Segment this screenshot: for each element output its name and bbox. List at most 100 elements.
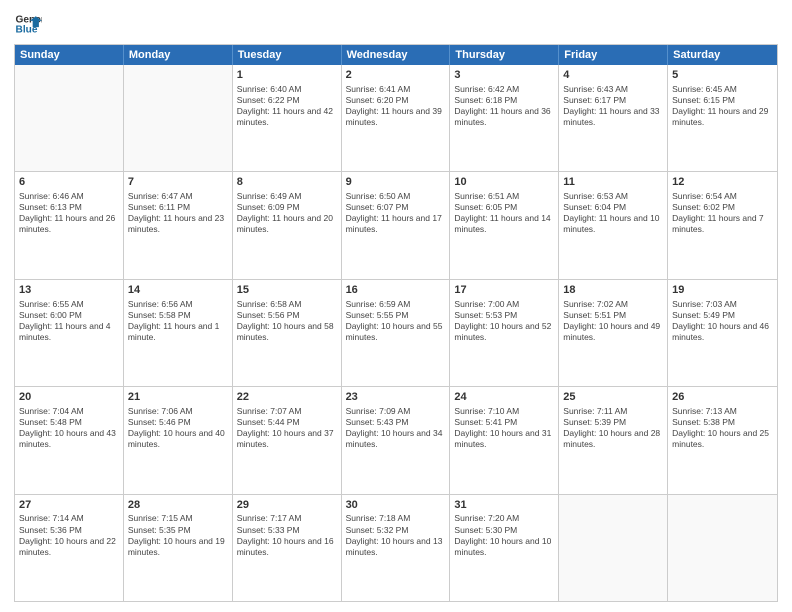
day-cell-2: 2Sunrise: 6:41 AM Sunset: 6:20 PM Daylig… [342,65,451,171]
day-cell-21: 21Sunrise: 7:06 AM Sunset: 5:46 PM Dayli… [124,387,233,493]
day-cell-12: 12Sunrise: 6:54 AM Sunset: 6:02 PM Dayli… [668,172,777,278]
day-cell-22: 22Sunrise: 7:07 AM Sunset: 5:44 PM Dayli… [233,387,342,493]
day-cell-28: 28Sunrise: 7:15 AM Sunset: 5:35 PM Dayli… [124,495,233,601]
day-info: Sunrise: 6:56 AM Sunset: 5:58 PM Dayligh… [128,299,228,343]
day-cell-4: 4Sunrise: 6:43 AM Sunset: 6:17 PM Daylig… [559,65,668,171]
page-container: General Blue SundayMondayTuesdayWednesda… [0,0,792,612]
day-number: 23 [346,390,446,405]
day-info: Sunrise: 7:00 AM Sunset: 5:53 PM Dayligh… [454,299,554,343]
day-cell-29: 29Sunrise: 7:17 AM Sunset: 5:33 PM Dayli… [233,495,342,601]
day-info: Sunrise: 6:53 AM Sunset: 6:04 PM Dayligh… [563,191,663,235]
day-info: Sunrise: 6:59 AM Sunset: 5:55 PM Dayligh… [346,299,446,343]
day-header-monday: Monday [124,45,233,65]
day-number: 28 [128,498,228,513]
day-header-tuesday: Tuesday [233,45,342,65]
day-cell-17: 17Sunrise: 7:00 AM Sunset: 5:53 PM Dayli… [450,280,559,386]
day-cell-23: 23Sunrise: 7:09 AM Sunset: 5:43 PM Dayli… [342,387,451,493]
day-info: Sunrise: 7:14 AM Sunset: 5:36 PM Dayligh… [19,513,119,557]
day-cell-15: 15Sunrise: 6:58 AM Sunset: 5:56 PM Dayli… [233,280,342,386]
day-cell-16: 16Sunrise: 6:59 AM Sunset: 5:55 PM Dayli… [342,280,451,386]
day-info: Sunrise: 6:51 AM Sunset: 6:05 PM Dayligh… [454,191,554,235]
day-info: Sunrise: 7:07 AM Sunset: 5:44 PM Dayligh… [237,406,337,450]
day-cell-26: 26Sunrise: 7:13 AM Sunset: 5:38 PM Dayli… [668,387,777,493]
day-info: Sunrise: 6:46 AM Sunset: 6:13 PM Dayligh… [19,191,119,235]
day-cell-31: 31Sunrise: 7:20 AM Sunset: 5:30 PM Dayli… [450,495,559,601]
day-number: 11 [563,175,663,190]
day-number: 12 [672,175,773,190]
day-cell-1: 1Sunrise: 6:40 AM Sunset: 6:22 PM Daylig… [233,65,342,171]
day-info: Sunrise: 6:54 AM Sunset: 6:02 PM Dayligh… [672,191,773,235]
day-number: 25 [563,390,663,405]
day-info: Sunrise: 7:17 AM Sunset: 5:33 PM Dayligh… [237,513,337,557]
day-number: 2 [346,68,446,83]
day-number: 29 [237,498,337,513]
day-header-thursday: Thursday [450,45,559,65]
day-cell-7: 7Sunrise: 6:47 AM Sunset: 6:11 PM Daylig… [124,172,233,278]
day-number: 27 [19,498,119,513]
day-info: Sunrise: 6:42 AM Sunset: 6:18 PM Dayligh… [454,84,554,128]
day-number: 9 [346,175,446,190]
day-number: 6 [19,175,119,190]
day-number: 4 [563,68,663,83]
day-number: 26 [672,390,773,405]
logo-icon: General Blue [14,10,42,38]
empty-cell [668,495,777,601]
empty-cell [124,65,233,171]
day-number: 10 [454,175,554,190]
day-cell-13: 13Sunrise: 6:55 AM Sunset: 6:00 PM Dayli… [15,280,124,386]
calendar: SundayMondayTuesdayWednesdayThursdayFrid… [14,44,778,602]
day-info: Sunrise: 6:43 AM Sunset: 6:17 PM Dayligh… [563,84,663,128]
calendar-header: SundayMondayTuesdayWednesdayThursdayFrid… [15,45,777,65]
day-number: 17 [454,283,554,298]
day-number: 16 [346,283,446,298]
day-header-saturday: Saturday [668,45,777,65]
day-info: Sunrise: 7:13 AM Sunset: 5:38 PM Dayligh… [672,406,773,450]
day-cell-6: 6Sunrise: 6:46 AM Sunset: 6:13 PM Daylig… [15,172,124,278]
day-cell-8: 8Sunrise: 6:49 AM Sunset: 6:09 PM Daylig… [233,172,342,278]
calendar-row-4: 20Sunrise: 7:04 AM Sunset: 5:48 PM Dayli… [15,386,777,493]
day-number: 22 [237,390,337,405]
day-number: 7 [128,175,228,190]
day-cell-3: 3Sunrise: 6:42 AM Sunset: 6:18 PM Daylig… [450,65,559,171]
day-number: 20 [19,390,119,405]
day-info: Sunrise: 6:58 AM Sunset: 5:56 PM Dayligh… [237,299,337,343]
day-info: Sunrise: 7:06 AM Sunset: 5:46 PM Dayligh… [128,406,228,450]
logo: General Blue [14,10,42,38]
day-info: Sunrise: 6:50 AM Sunset: 6:07 PM Dayligh… [346,191,446,235]
calendar-body: 1Sunrise: 6:40 AM Sunset: 6:22 PM Daylig… [15,65,777,601]
day-number: 13 [19,283,119,298]
day-number: 3 [454,68,554,83]
day-info: Sunrise: 7:02 AM Sunset: 5:51 PM Dayligh… [563,299,663,343]
day-number: 14 [128,283,228,298]
day-info: Sunrise: 6:47 AM Sunset: 6:11 PM Dayligh… [128,191,228,235]
day-cell-30: 30Sunrise: 7:18 AM Sunset: 5:32 PM Dayli… [342,495,451,601]
day-header-friday: Friday [559,45,668,65]
day-header-sunday: Sunday [15,45,124,65]
day-cell-14: 14Sunrise: 6:56 AM Sunset: 5:58 PM Dayli… [124,280,233,386]
day-number: 8 [237,175,337,190]
day-info: Sunrise: 7:03 AM Sunset: 5:49 PM Dayligh… [672,299,773,343]
day-number: 31 [454,498,554,513]
day-cell-10: 10Sunrise: 6:51 AM Sunset: 6:05 PM Dayli… [450,172,559,278]
day-number: 30 [346,498,446,513]
header: General Blue [14,10,778,38]
calendar-row-2: 6Sunrise: 6:46 AM Sunset: 6:13 PM Daylig… [15,171,777,278]
day-cell-25: 25Sunrise: 7:11 AM Sunset: 5:39 PM Dayli… [559,387,668,493]
day-cell-24: 24Sunrise: 7:10 AM Sunset: 5:41 PM Dayli… [450,387,559,493]
day-info: Sunrise: 6:55 AM Sunset: 6:00 PM Dayligh… [19,299,119,343]
day-cell-27: 27Sunrise: 7:14 AM Sunset: 5:36 PM Dayli… [15,495,124,601]
day-cell-9: 9Sunrise: 6:50 AM Sunset: 6:07 PM Daylig… [342,172,451,278]
day-info: Sunrise: 7:10 AM Sunset: 5:41 PM Dayligh… [454,406,554,450]
day-info: Sunrise: 6:45 AM Sunset: 6:15 PM Dayligh… [672,84,773,128]
day-number: 19 [672,283,773,298]
day-info: Sunrise: 7:09 AM Sunset: 5:43 PM Dayligh… [346,406,446,450]
day-number: 15 [237,283,337,298]
day-cell-5: 5Sunrise: 6:45 AM Sunset: 6:15 PM Daylig… [668,65,777,171]
empty-cell [559,495,668,601]
day-info: Sunrise: 6:40 AM Sunset: 6:22 PM Dayligh… [237,84,337,128]
day-number: 24 [454,390,554,405]
day-info: Sunrise: 6:49 AM Sunset: 6:09 PM Dayligh… [237,191,337,235]
day-number: 21 [128,390,228,405]
day-cell-20: 20Sunrise: 7:04 AM Sunset: 5:48 PM Dayli… [15,387,124,493]
day-number: 18 [563,283,663,298]
